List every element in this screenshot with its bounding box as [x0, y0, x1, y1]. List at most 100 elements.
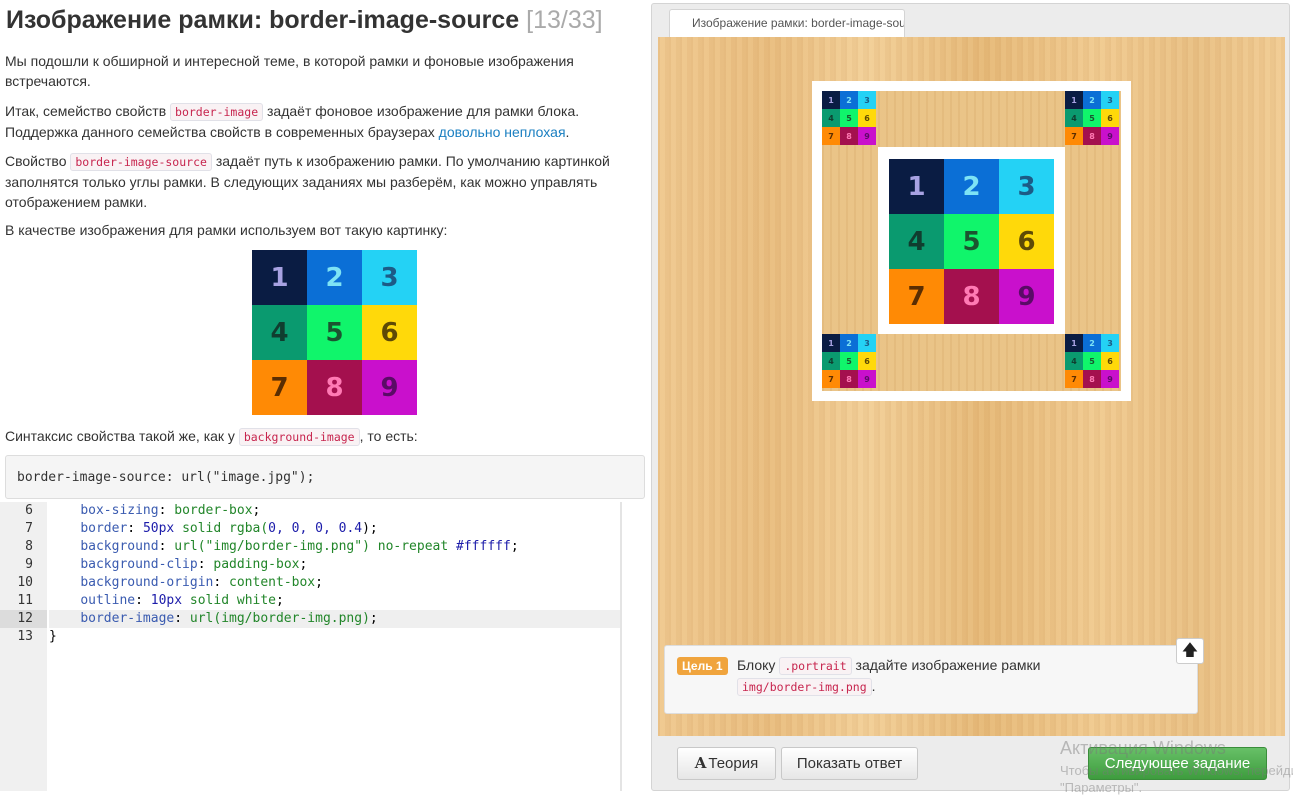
theory-paragraph-3: Свойство border-image-source задаёт путь…	[5, 153, 610, 210]
tile: 7	[822, 370, 840, 388]
task-counter: [13/33]	[526, 6, 603, 34]
tile: 3	[362, 250, 417, 305]
code-line[interactable]: background-clip: padding-box;	[49, 556, 620, 574]
line-number: 7	[25, 521, 33, 536]
tile: 3	[1101, 334, 1119, 352]
tile: 8	[1083, 370, 1101, 388]
code-line[interactable]: border: 50px solid rgba(0, 0, 0, 0.4);	[49, 520, 620, 538]
editor-divider	[620, 502, 622, 791]
tab-preview[interactable]: Изображение рамки: border-image-source	[669, 9, 905, 37]
tile: 7	[252, 360, 307, 415]
line-number: 6	[25, 503, 33, 518]
tile: 4	[822, 109, 840, 127]
show-answer-button[interactable]: Показать ответ	[781, 747, 918, 780]
windows-watermark-text: Чтобы активировать Windows, перейдите в	[1060, 763, 1293, 778]
tile: 5	[944, 214, 999, 269]
theory-paragraph-1: Мы подошли к обширной и интересной теме,…	[5, 53, 574, 89]
tile: 8	[307, 360, 362, 415]
tile: 4	[1065, 109, 1083, 127]
tile: 6	[858, 109, 876, 127]
line-gutter: 6 7 8 9 10 11 12 13	[0, 502, 47, 791]
theory-panel: Изображение рамки: border-image-source […	[0, 0, 646, 791]
tile: 6	[1101, 352, 1119, 370]
line-number-active: 12	[0, 610, 47, 628]
tile: 5	[1083, 109, 1101, 127]
tile: 3	[858, 91, 876, 109]
tile: 2	[944, 159, 999, 214]
arrow-up-icon[interactable]: 🡅	[1176, 638, 1204, 664]
inline-code: border-image	[170, 103, 264, 121]
tile: 4	[822, 352, 840, 370]
tile: 1	[252, 250, 307, 305]
portrait-background-image: 1 2 3 4 5 6 7 8 9	[889, 159, 1054, 324]
goal-text-line-2: img/border-img.png.	[737, 678, 876, 696]
tile: 4	[889, 214, 944, 269]
code-line[interactable]: box-sizing: border-box;	[49, 502, 620, 520]
tile: 1	[889, 159, 944, 214]
page-title: Изображение рамки: border-image-source […	[6, 6, 603, 34]
tile: 5	[840, 352, 858, 370]
line-number: 11	[17, 593, 33, 608]
tile: 9	[1101, 127, 1119, 145]
line-number: 8	[25, 539, 33, 554]
border-corner-bottom-right: 123 456 789	[1065, 334, 1119, 388]
inline-code: img/border-img.png	[737, 678, 872, 696]
line-number: 10	[17, 575, 33, 590]
theory-paragraph-2: Итак, семейство свойств border-image зад…	[5, 103, 580, 140]
tile: 1	[1065, 334, 1083, 352]
code-line[interactable]: }	[49, 628, 620, 646]
tile: 9	[858, 127, 876, 145]
tile: 8	[1083, 127, 1101, 145]
tile: 8	[944, 269, 999, 324]
tile: 2	[840, 91, 858, 109]
code-line[interactable]: background: url("img/border-img.png") no…	[49, 538, 620, 556]
tile: 9	[362, 360, 417, 415]
line-number: 9	[25, 557, 33, 572]
tile: 6	[999, 214, 1054, 269]
tile: 1	[1065, 91, 1083, 109]
inline-code: background-image	[238, 428, 360, 446]
tile: 5	[307, 305, 362, 360]
tile: 2	[840, 334, 858, 352]
code-line[interactable]: background-origin: content-box;	[49, 574, 620, 592]
inline-code: .portrait	[779, 657, 852, 675]
goal-text: Блоку .portrait задайте изображение рамк…	[737, 657, 1041, 675]
tile: 7	[1065, 127, 1083, 145]
theory-button[interactable]: A Теория	[677, 747, 776, 780]
tile: 2	[307, 250, 362, 305]
theory-paragraph-4: В качестве изображения для рамки использ…	[5, 222, 448, 238]
css-editor[interactable]: 6 7 8 9 10 11 12 13 box-sizing: border-b…	[0, 502, 646, 791]
tile: 6	[362, 305, 417, 360]
tile: 7	[822, 127, 840, 145]
code-line-active[interactable]: border-image: url(img/border-img.png);	[49, 610, 620, 628]
code-area[interactable]: box-sizing: border-box; border: 50px sol…	[49, 502, 620, 646]
tile: 9	[858, 370, 876, 388]
goal-badge: Цель 1	[677, 657, 728, 675]
tile: 1	[822, 334, 840, 352]
tile: 5	[840, 109, 858, 127]
inline-code: border-image-source	[70, 153, 212, 171]
theory-paragraph-5: Синтаксис свойства такой же, как у backg…	[5, 428, 418, 446]
tile: 2	[1083, 334, 1101, 352]
tile: 3	[1101, 91, 1119, 109]
tile: 8	[840, 127, 858, 145]
tile: 4	[1065, 352, 1083, 370]
tile: 6	[1101, 109, 1119, 127]
tile: 2	[1083, 91, 1101, 109]
tile: 9	[1101, 370, 1119, 388]
tile: 5	[1083, 352, 1101, 370]
border-sample-image: 1 2 3 4 5 6 7 8 9	[252, 250, 417, 415]
code-line[interactable]: outline: 10px solid white;	[49, 592, 620, 610]
tile: 3	[858, 334, 876, 352]
tile: 9	[999, 269, 1054, 324]
border-corner-bottom-left: 123 456 789	[822, 334, 876, 388]
line-number: 13	[17, 629, 33, 644]
support-link[interactable]: довольно неплохая	[439, 124, 566, 140]
tile: 3	[999, 159, 1054, 214]
tile: 7	[1065, 370, 1083, 388]
tile: 1	[822, 91, 840, 109]
windows-watermark-title: Активация Windows	[1060, 738, 1226, 758]
tile: 6	[858, 352, 876, 370]
tile: 4	[252, 305, 307, 360]
border-corner-top-right: 123 456 789	[1065, 91, 1119, 145]
